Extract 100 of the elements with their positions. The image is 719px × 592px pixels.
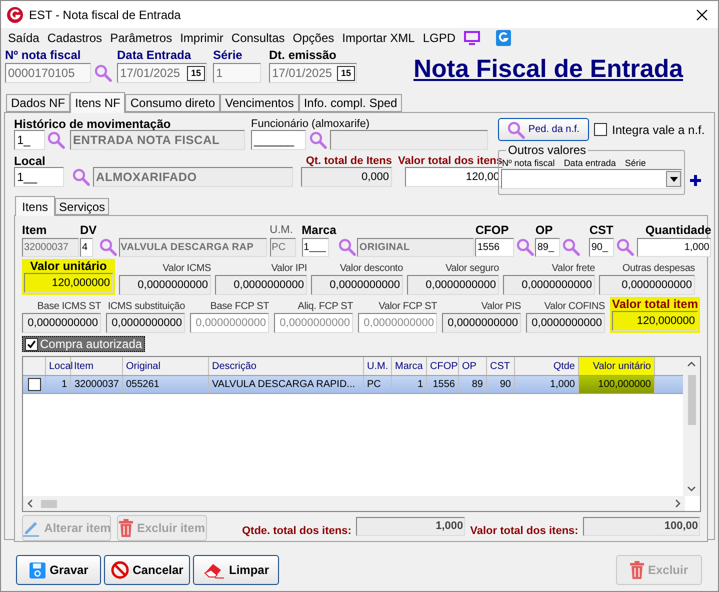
search-icon[interactable] xyxy=(47,131,65,149)
clear-button[interactable]: Limpar xyxy=(193,555,279,585)
field-label: CST xyxy=(589,224,614,237)
field-label: Base FCP ST xyxy=(210,300,269,313)
search-icon[interactable] xyxy=(616,238,634,256)
column-header[interactable]: Original xyxy=(123,357,209,375)
column-header[interactable]: Valor unitário xyxy=(579,357,655,375)
field-label: Histórico de movimentação xyxy=(14,118,171,130)
search-icon[interactable] xyxy=(516,238,534,256)
scroll-left-icon[interactable] xyxy=(27,499,33,508)
number-field[interactable]: 100,00 xyxy=(583,516,700,536)
text-field[interactable]: 1_ xyxy=(14,130,45,150)
field-label: Dt. emissão xyxy=(269,48,336,63)
column-header[interactable]: Marca xyxy=(392,357,427,375)
field-label: DV xyxy=(80,224,97,237)
table-row[interactable]: 1 32000037 055261 VALVULA DESCARGA RAPID... PC 1 1556 89 90 1,000 100,000000 xyxy=(23,376,684,394)
date-field[interactable]: 17/01/2025 15 xyxy=(117,63,207,83)
table-cell: 055261 xyxy=(123,376,209,393)
text-field[interactable]: ALMOXARIFADO xyxy=(93,167,293,187)
menu-item[interactable]: Opções xyxy=(288,28,338,46)
scroll-thumb[interactable] xyxy=(688,375,696,425)
column-label: Nº nota fiscal xyxy=(502,158,555,168)
tab[interactable]: Dados NF xyxy=(6,94,70,112)
checkbox-label[interactable]: Compra autorizada xyxy=(40,335,142,353)
column-header[interactable]: CFOP xyxy=(427,357,459,375)
monitor-icon[interactable] xyxy=(464,30,480,44)
search-icon[interactable] xyxy=(309,131,327,149)
field-label: Valor frete xyxy=(552,262,595,275)
text-field[interactable]: 1,000 xyxy=(637,238,712,257)
scroll-thumb[interactable] xyxy=(41,500,57,508)
checkbox-row[interactable]: Compra autorizada xyxy=(22,336,146,352)
text-field[interactable]: ENTRADA NOTA FISCAL xyxy=(70,130,245,150)
column-label: Data entrada xyxy=(564,158,616,168)
field-label: Item xyxy=(22,224,47,237)
order-search-button[interactable]: Ped. da n.f. xyxy=(498,118,589,141)
checkbox[interactable] xyxy=(28,378,40,391)
menu-item[interactable]: LGPD xyxy=(418,28,460,46)
app-badge-icon[interactable] xyxy=(496,30,511,46)
field-label: OP xyxy=(535,224,553,237)
tab[interactable]: Itens NF xyxy=(70,92,126,113)
field-label: Base ICMS ST xyxy=(37,300,101,313)
search-icon[interactable] xyxy=(94,64,112,82)
column-header[interactable]: Item xyxy=(71,357,123,375)
text-field[interactable]: ______ xyxy=(251,130,306,150)
scroll-down-icon[interactable] xyxy=(687,486,696,492)
tab[interactable]: Itens xyxy=(15,196,56,216)
text-field[interactable]: 1__ xyxy=(14,167,64,187)
menu-item[interactable]: Imprimir xyxy=(176,28,228,46)
calendar-button[interactable]: 15 xyxy=(187,66,205,80)
text-field[interactable]: 1 xyxy=(213,63,261,83)
close-icon[interactable] xyxy=(696,8,708,20)
checkbox[interactable] xyxy=(594,123,607,136)
text-field[interactable]: 0000170105 xyxy=(5,63,91,83)
text-field[interactable]: 4 xyxy=(80,238,93,257)
search-icon[interactable] xyxy=(562,238,580,256)
menu-item[interactable]: Saída xyxy=(4,28,44,46)
field-label: Data Entrada xyxy=(117,48,192,63)
search-icon[interactable] xyxy=(98,238,117,256)
table-cell: 1 xyxy=(46,376,71,393)
cancel-button[interactable]: Cancelar xyxy=(104,555,190,585)
search-icon[interactable] xyxy=(338,238,356,256)
number-field[interactable]: 120,000000 xyxy=(24,273,113,293)
text-field[interactable]: 90_ xyxy=(589,238,614,257)
text-field[interactable]: 89_ xyxy=(535,238,560,257)
plus-icon[interactable] xyxy=(690,175,701,186)
menu-item[interactable]: Importar XML xyxy=(338,28,419,46)
table-cell: VALVULA DESCARGA RAPID... xyxy=(209,376,364,393)
field-label: Valor PIS xyxy=(481,300,521,313)
column-header[interactable]: OP xyxy=(459,357,487,375)
number-field[interactable]: 1,000 xyxy=(356,516,466,536)
dropdown-field[interactable] xyxy=(501,169,682,189)
text-field[interactable] xyxy=(330,130,488,150)
save-button[interactable]: Gravar xyxy=(16,555,101,585)
horizontal-scrollbar[interactable] xyxy=(23,496,685,511)
column-header[interactable]: Descrição xyxy=(209,357,364,375)
menu-item[interactable]: Parâmetros xyxy=(106,28,176,46)
text-field[interactable]: 1556 xyxy=(475,238,514,257)
tab[interactable]: Consumo direto xyxy=(125,94,220,112)
text-field[interactable]: 1___ xyxy=(302,238,329,257)
column-header[interactable]: U.M. xyxy=(364,357,392,375)
menu-item[interactable]: Consultas xyxy=(227,28,289,46)
date-field[interactable]: 17/01/2025 15 xyxy=(269,63,357,83)
field-label: Valor ICMS xyxy=(162,262,211,275)
column-header[interactable]: Local xyxy=(46,357,71,375)
scroll-right-icon[interactable] xyxy=(675,499,681,508)
tab[interactable]: Info. compl. Sped xyxy=(298,94,402,112)
scroll-up-icon[interactable] xyxy=(687,361,696,367)
number-field[interactable]: 120,000000 xyxy=(612,311,698,331)
menu-item[interactable]: Cadastros xyxy=(43,28,106,46)
table-cell: 100,000000 xyxy=(579,376,655,393)
tab[interactable]: Serviços xyxy=(55,198,110,215)
vertical-scrollbar[interactable] xyxy=(683,357,700,496)
checkbox-label[interactable]: Integra vale a n.f. xyxy=(612,120,705,138)
calendar-button[interactable]: 15 xyxy=(337,66,355,80)
checkbox[interactable] xyxy=(25,338,38,350)
page-heading: Nota Fiscal de Entrada xyxy=(413,54,683,85)
field-label: Valor desconto xyxy=(340,262,403,275)
tab[interactable]: Vencimentos xyxy=(220,94,299,112)
search-icon[interactable] xyxy=(72,168,90,186)
column-header[interactable]: CST xyxy=(487,357,515,375)
